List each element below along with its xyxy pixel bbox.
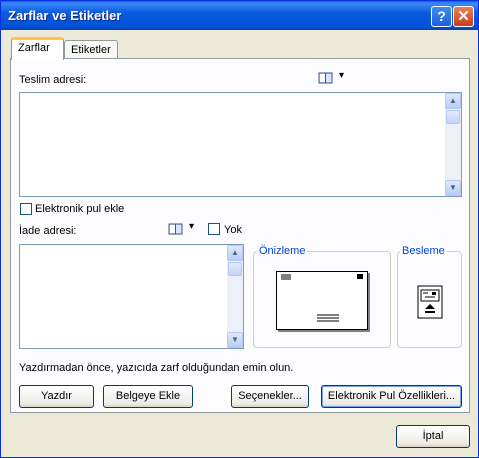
scroll-thumb[interactable] — [228, 262, 242, 276]
print-button[interactable]: Yazdır — [19, 385, 94, 408]
omit-return-label: Yok — [224, 224, 242, 236]
scroll-up-icon[interactable]: ▲ — [227, 245, 243, 261]
envelope-icon — [281, 274, 363, 322]
delivery-scrollbar[interactable]: ▲ ▼ — [445, 93, 461, 196]
close-button[interactable]: ✕ — [453, 6, 474, 27]
electronic-postage-checkbox[interactable] — [20, 203, 32, 215]
return-address-field[interactable]: ▲ ▼ — [19, 244, 244, 349]
return-address-label: İade adresi: — [19, 225, 77, 237]
scroll-down-icon[interactable]: ▼ — [227, 332, 243, 348]
address-book-icon — [168, 223, 183, 235]
title-bar[interactable]: Zarflar ve Etiketler ? ✕ — [1, 1, 478, 30]
tab-etiketler[interactable]: Etiketler — [64, 40, 118, 60]
electronic-postage-label: Elektronik pul ekle — [35, 203, 125, 215]
tab-zarflar[interactable]: Zarflar — [11, 37, 64, 60]
return-address-book-button[interactable]: ▾ — [168, 221, 200, 236]
cancel-button[interactable]: İptal — [396, 425, 470, 448]
feed-method-preview[interactable] — [417, 285, 443, 319]
e-postage-properties-button[interactable]: Elektronik Pul Özellikleri... — [321, 385, 462, 408]
envelope-preview[interactable] — [276, 271, 368, 330]
printer-feed-icon — [417, 285, 443, 319]
return-scrollbar[interactable]: ▲ ▼ — [227, 245, 243, 348]
scroll-down-icon[interactable]: ▼ — [445, 180, 461, 196]
tab-zarflar-label: Zarflar — [18, 42, 50, 54]
add-to-document-button[interactable]: Belgeye Ekle — [103, 385, 193, 408]
help-button[interactable]: ? — [431, 6, 452, 27]
preview-label: Önizleme — [257, 245, 308, 257]
address-book-icon — [318, 72, 333, 84]
delivery-address-label: Teslim adresi: — [19, 74, 87, 86]
scroll-up-icon[interactable]: ▲ — [445, 93, 461, 109]
delivery-address-field[interactable]: ▲ ▼ — [19, 92, 462, 197]
chevron-down-icon: ▾ — [189, 221, 195, 232]
chevron-down-icon: ▾ — [339, 70, 345, 81]
tab-etiketler-label: Etiketler — [71, 44, 111, 56]
feed-label: Besleme — [400, 245, 447, 257]
window-title: Zarflar ve Etiketler — [8, 8, 122, 23]
envelope-note: Yazdırmadan önce, yazıcıda zarf olduğund… — [19, 362, 294, 374]
scroll-thumb[interactable] — [446, 110, 460, 124]
dialog-window: Zarflar ve Etiketler ? ✕ Zarflar Etiketl… — [0, 0, 479, 458]
options-button[interactable]: Seçenekler... — [231, 385, 309, 408]
omit-return-checkbox[interactable] — [208, 223, 220, 235]
tab-panel: Teslim adresi: ▾ ▲ ▼ Elektronik pul ekle… — [10, 58, 470, 413]
delivery-address-book-button[interactable]: ▾ — [318, 70, 350, 85]
